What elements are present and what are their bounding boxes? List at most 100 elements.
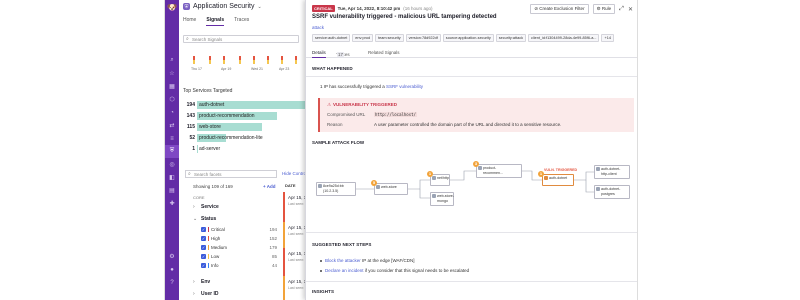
facet-item-high[interactable]: ✓ High 152 (201, 235, 277, 242)
declare-incident-link[interactable]: Declare an incident (325, 268, 364, 273)
signals-page: ⛨ Application Security ⌄ Home Signals Tr… (179, 0, 324, 300)
attack-flow-diagram[interactable]: 8ce9a25d:bb (10.2.3.5) web-store net/htt… (312, 146, 634, 230)
notebooks-icon[interactable]: ▤ (165, 184, 179, 197)
checkbox[interactable]: ✓ (201, 263, 206, 268)
flow-node-web-store[interactable]: web-store (374, 183, 408, 195)
integrations-icon[interactable]: ✚ (165, 197, 179, 210)
tag-chip[interactable]: service:auth-dotnet (312, 34, 351, 42)
service-row[interactable]: 52 product-recommendation-lite (183, 134, 305, 142)
divider (306, 232, 637, 233)
service-row[interactable]: 1 ad-server (183, 145, 305, 153)
checkbox[interactable]: ✓ (201, 254, 206, 259)
flow-node-web-store-mongo[interactable]: web-store- mongo (430, 192, 454, 206)
infrastructure-icon[interactable]: ⬡ (165, 93, 179, 106)
expand-icon[interactable]: ⤢ (619, 6, 624, 13)
attack-count-pin: 1 (427, 171, 433, 177)
service-row[interactable]: 194 auth-dotnet (183, 101, 305, 109)
checkbox[interactable]: ✓ (201, 227, 206, 232)
histogram-date: Apr 23 (279, 67, 290, 71)
create-exclusion-filter-button[interactable]: ⊘ Create Exclusion Filter (530, 4, 589, 14)
flow-node-auth-dotnet[interactable]: auth-dotnet (542, 174, 574, 186)
flow-node-label: auth-dotnet- postgres (601, 187, 621, 196)
star-icon[interactable]: ☆ (165, 67, 179, 80)
checkbox[interactable]: ✓ (201, 236, 206, 241)
tab-traces[interactable]: Traces (234, 17, 249, 26)
flow-node-source-ip[interactable]: 8ce9a25d:bb (10.2.3.5) (316, 182, 356, 196)
rum-icon[interactable]: ◧ (165, 171, 179, 184)
facet-service[interactable]: › Service (193, 204, 219, 210)
histogram-bar (281, 60, 283, 64)
facet-item-label: Critical (211, 227, 225, 232)
dashboard-icon[interactable]: ▦ (165, 80, 179, 93)
rule-button[interactable]: ⚙ Rule (592, 4, 616, 14)
apm-icon[interactable]: ⇄ (165, 119, 179, 132)
facet-item-medium[interactable]: ✓ Medium 179 (201, 244, 277, 251)
signal-category-link[interactable]: attack (312, 25, 324, 30)
attack-count-pin: 5 (371, 180, 377, 186)
tag-chip[interactable]: team:security (375, 34, 404, 42)
tag-chip[interactable]: client_id:f1304499-28da-4e99-85f6-a... (528, 34, 600, 42)
facet-search-input[interactable]: ⌕ Search facets (185, 170, 277, 178)
tag-chip[interactable]: security:attack (495, 34, 527, 42)
settings-icon[interactable]: ⚙ (165, 250, 179, 263)
tag-chip[interactable]: source:application-security (442, 34, 494, 42)
block-attacker-link[interactable]: Block the attacker (325, 258, 361, 263)
synthetics-icon[interactable]: ◎ (165, 158, 179, 171)
flow-node-auth-postgres[interactable]: auth-dotnet- postgres (594, 185, 630, 199)
help-icon[interactable]: ? (165, 276, 179, 289)
tag-chip[interactable]: version:78d922df (405, 34, 441, 42)
flow-node-net-http[interactable]: net/http (430, 174, 450, 186)
facet-item-critical[interactable]: ✓ Critical 194 (201, 226, 277, 233)
facet-user-id[interactable]: › User ID (193, 291, 219, 297)
close-icon[interactable]: ✕ (628, 6, 633, 13)
next-steps-header: SUGGESTED NEXT STEPS (312, 242, 372, 247)
tab-details[interactable]: Details (312, 50, 326, 58)
tab-signals[interactable]: Signals (206, 17, 225, 26)
traces-count-badge: 17 (337, 52, 345, 57)
tab-related-signals[interactable]: Related Signals (368, 50, 400, 57)
flow-node-label: auth-dotnet- http-client (601, 167, 621, 176)
shield-icon: ⛨ (183, 3, 190, 10)
monitors-icon[interactable]: ◔ (165, 106, 179, 119)
vulnerability-header-label: VULNERABILITY TRIGGERED (333, 102, 397, 107)
datadog-logo-icon[interactable]: 🐶 (165, 0, 179, 14)
chevron-down-icon[interactable]: ⌄ (257, 4, 261, 10)
tag-chip[interactable]: env:prod (352, 34, 374, 42)
facet-item-count: 194 (269, 227, 277, 232)
histogram-date: Thu 17 (191, 67, 202, 71)
facet-count-text: Showing 109 of 169 (193, 184, 233, 189)
what-happened-header: WHAT HAPPENED (312, 66, 353, 71)
signals-histogram[interactable]: Thu 17 Apr 19 Wed 21 Apr 23 (183, 56, 305, 71)
facet-env[interactable]: › Env (193, 279, 210, 285)
facet-item-low[interactable]: ✓ Low 85 (201, 253, 277, 260)
checkbox[interactable]: ✓ (201, 245, 206, 250)
search-icon[interactable]: ⌕ (165, 54, 179, 67)
facet-status[interactable]: ⌄ Status (193, 216, 216, 222)
histogram-bar (239, 60, 241, 64)
bullet (320, 269, 322, 272)
service-row[interactable]: 115 web-store (183, 123, 305, 131)
service-row[interactable]: 143 product-recommendation (183, 112, 305, 120)
what-happened-prefix: 1 IP has successfully triggered a (320, 84, 385, 89)
security-icon[interactable]: ⛨ (165, 145, 179, 158)
flow-node-label: net/http (437, 176, 449, 180)
ssrf-vulnerability-link[interactable]: SSRF vulnerability (386, 84, 423, 89)
facet-label: Env (201, 279, 211, 285)
add-facet-button[interactable]: + Add (263, 184, 275, 189)
host-icon (318, 184, 322, 188)
more-tags-chip[interactable]: +14 (601, 34, 614, 42)
facet-item-count: 152 (269, 236, 277, 241)
facet-item-label: Low (211, 254, 220, 259)
chevron-right-icon: › (193, 279, 195, 285)
search-icon: ⌕ (186, 36, 189, 42)
user-icon[interactable]: ● (165, 263, 179, 276)
logs-icon[interactable]: ≡ (165, 132, 179, 145)
page-title[interactable]: ⛨ Application Security ⌄ (183, 3, 262, 10)
next-step-item: Block the attacker IP at the edge [WAF/C… (320, 258, 415, 263)
flow-node-product-recommendation[interactable]: product- recommen... (476, 164, 522, 178)
tab-home[interactable]: Home (183, 17, 196, 26)
flow-node-auth-http-client[interactable]: auth-dotnet- http-client (594, 165, 630, 179)
signals-search-input[interactable]: ⌕ Search Signals (183, 35, 299, 43)
facet-item-info[interactable]: ✓ Info 44 (201, 262, 277, 269)
results-date-header[interactable]: DATE (285, 183, 296, 188)
